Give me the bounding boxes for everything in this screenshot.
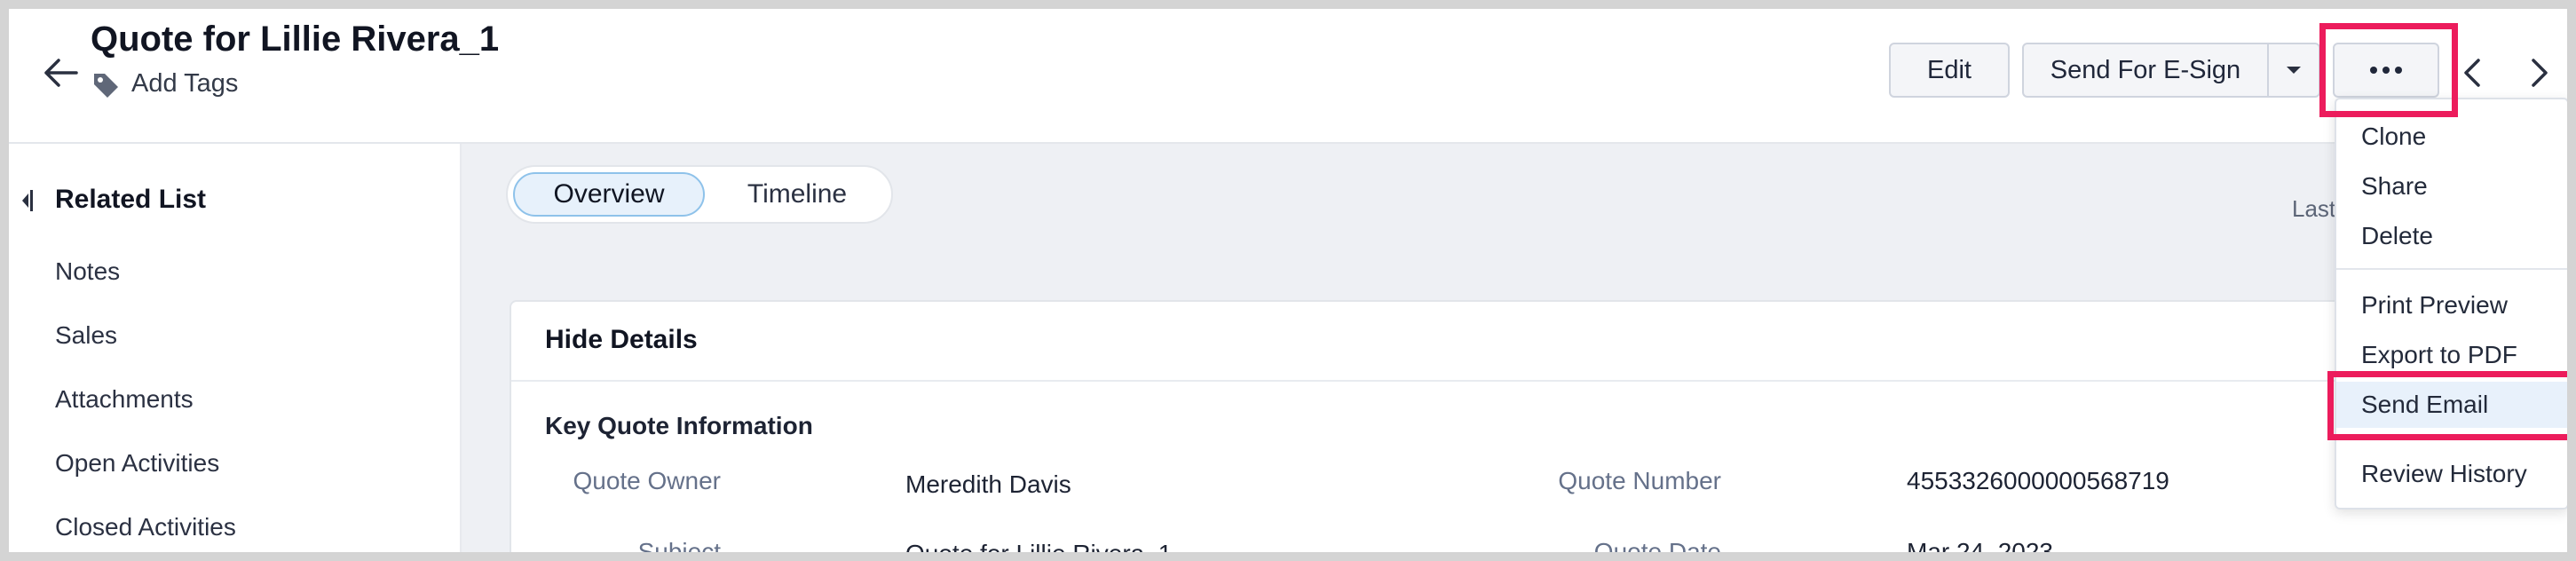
menu-item-send-email[interactable]: Send Email bbox=[2336, 382, 2567, 428]
section-title: Key Quote Information bbox=[545, 412, 813, 439]
esign-dropdown-button[interactable] bbox=[2267, 43, 2320, 98]
subject-label: Subject bbox=[637, 538, 721, 552]
related-list-sidebar: Related List Notes Sales Attachments Ope… bbox=[9, 144, 462, 552]
more-dots-icon bbox=[2370, 67, 2402, 74]
page-title: Quote for Lillie Rivera_1 bbox=[91, 20, 500, 59]
quote-date-value[interactable]: Mar 24, 2023 bbox=[1907, 538, 2053, 552]
collapse-sidebar-icon[interactable] bbox=[20, 188, 34, 213]
menu-divider bbox=[2336, 268, 2567, 270]
more-actions-menu: Clone Share Delete Print Preview Export … bbox=[2335, 98, 2567, 510]
quote-owner-label: Quote Owner bbox=[573, 467, 721, 494]
quote-detail-window: Quote for Lillie Rivera_1 Add Tags Edit … bbox=[9, 9, 2567, 552]
tab-timeline[interactable]: Timeline bbox=[719, 172, 875, 217]
sidebar-item-open-activities[interactable]: Open Activities bbox=[55, 449, 219, 478]
main-content: Overview Timeline Last Hide Details Key … bbox=[462, 144, 2567, 552]
menu-item-share[interactable]: Share bbox=[2336, 163, 2567, 209]
sidebar-item-closed-activities[interactable]: Closed Activities bbox=[55, 513, 236, 541]
next-record-icon[interactable] bbox=[2521, 53, 2556, 92]
sidebar-item-attachments[interactable]: Attachments bbox=[55, 385, 194, 414]
tab-overview[interactable]: Overview bbox=[513, 172, 705, 217]
previous-record-icon[interactable] bbox=[2455, 53, 2491, 92]
menu-item-clone[interactable]: Clone bbox=[2336, 114, 2567, 160]
related-list-title: Related List bbox=[55, 185, 207, 214]
quote-owner-value[interactable]: Meredith Davis bbox=[905, 470, 1071, 499]
sidebar-item-sales[interactable]: Sales bbox=[55, 321, 117, 350]
quote-number-label: Quote Number bbox=[1558, 467, 1721, 494]
hide-details-toggle[interactable]: Hide Details bbox=[545, 325, 698, 355]
tag-icon bbox=[94, 74, 118, 98]
record-header: Quote for Lillie Rivera_1 Add Tags Edit … bbox=[9, 9, 2567, 144]
caret-down-icon bbox=[2287, 67, 2301, 74]
subject-value[interactable]: Quote for Lillie Rivera_1 bbox=[905, 540, 1172, 552]
quote-date-label: Quote Date bbox=[1593, 538, 1721, 552]
details-card: Hide Details Key Quote Information Quote… bbox=[510, 300, 2567, 552]
add-tags-link[interactable]: Add Tags bbox=[131, 69, 238, 99]
view-tabs: Overview Timeline bbox=[506, 165, 893, 224]
menu-item-review-history[interactable]: Review History bbox=[2336, 451, 2567, 497]
sidebar-item-notes[interactable]: Notes bbox=[55, 257, 120, 286]
menu-item-export-to-pdf[interactable]: Export to PDF bbox=[2336, 332, 2567, 378]
menu-divider bbox=[2336, 435, 2567, 437]
last-updated-text: Last bbox=[2292, 195, 2336, 222]
details-card-header: Hide Details bbox=[511, 302, 2567, 382]
more-actions-button[interactable] bbox=[2333, 43, 2439, 98]
back-arrow-icon[interactable] bbox=[41, 53, 80, 92]
send-for-esign-button[interactable]: Send For E-Sign bbox=[2022, 43, 2269, 98]
menu-item-delete[interactable]: Delete bbox=[2336, 213, 2567, 259]
quote-number-value[interactable]: 4553326000000568719 bbox=[1907, 467, 2169, 495]
edit-button[interactable]: Edit bbox=[1889, 43, 2010, 98]
menu-item-print-preview[interactable]: Print Preview bbox=[2336, 282, 2567, 328]
